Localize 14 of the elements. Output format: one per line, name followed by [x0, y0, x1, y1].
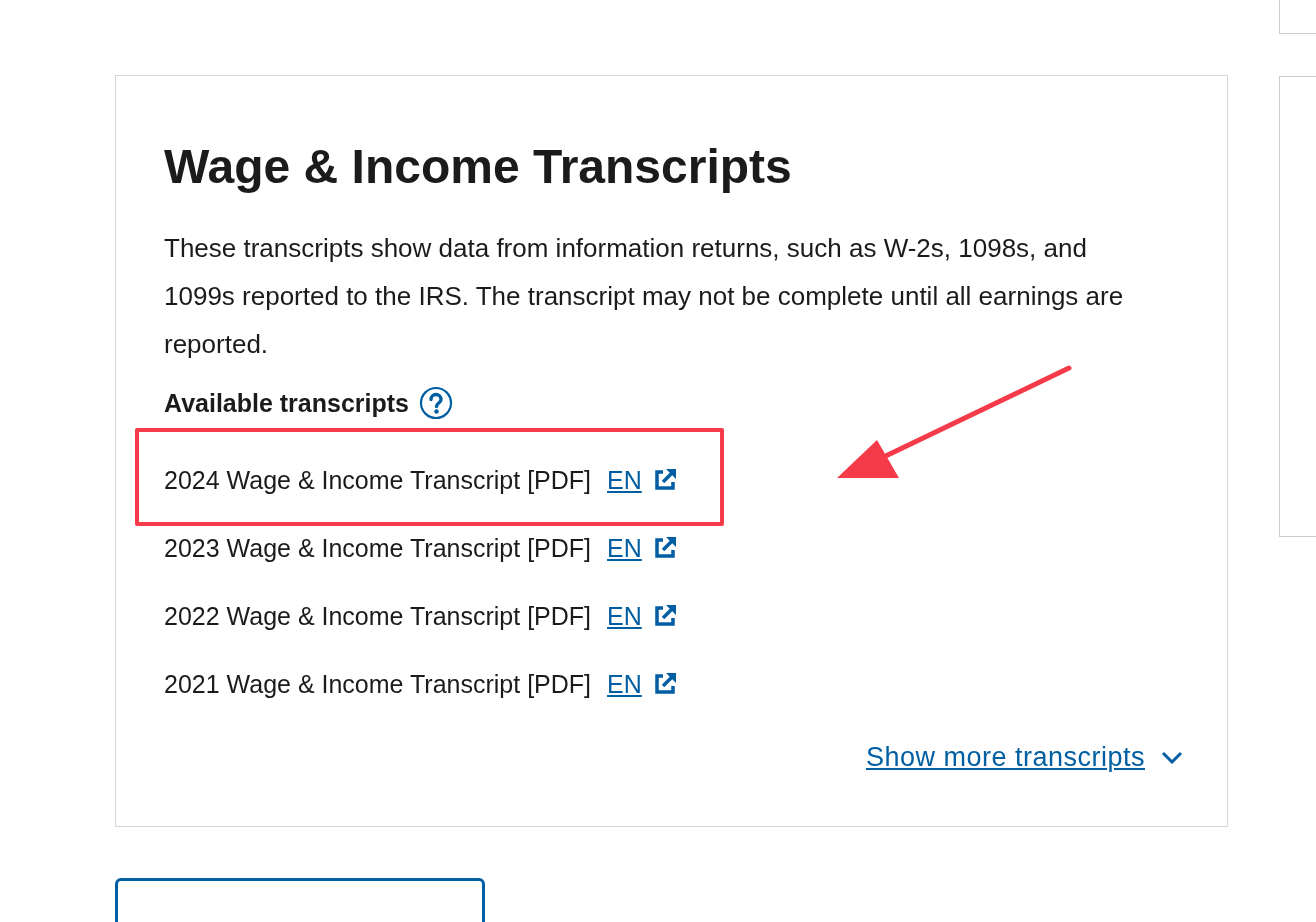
help-icon[interactable] [419, 386, 453, 420]
card-title: Wage & Income Transcripts [164, 139, 793, 195]
language-link[interactable]: EN [607, 601, 642, 631]
transcript-name: 2022 Wage & Income Transcript [PDF] [164, 601, 592, 631]
transcript-name: 2024 Wage & Income Transcript [PDF] [164, 465, 592, 495]
transcript-name: 2023 Wage & Income Transcript [PDF] [164, 533, 592, 563]
language-link[interactable]: EN [607, 533, 642, 563]
description-text: These transcripts show data from information returns, such as W-2s, 1098s, and 1099s reported to the IRS. The transcript may not be complete until all earnings are reported. [164, 232, 1124, 361]
chevron-down-icon[interactable] [1161, 750, 1183, 765]
language-link[interactable]: EN [607, 465, 642, 495]
language-link[interactable]: EN [607, 669, 642, 699]
transcript-name: 2021 Wage & Income Transcript [PDF] [164, 669, 592, 699]
section-label: Available transcripts [164, 388, 409, 418]
show-more-link[interactable]: Show more transcripts [865, 742, 1145, 773]
